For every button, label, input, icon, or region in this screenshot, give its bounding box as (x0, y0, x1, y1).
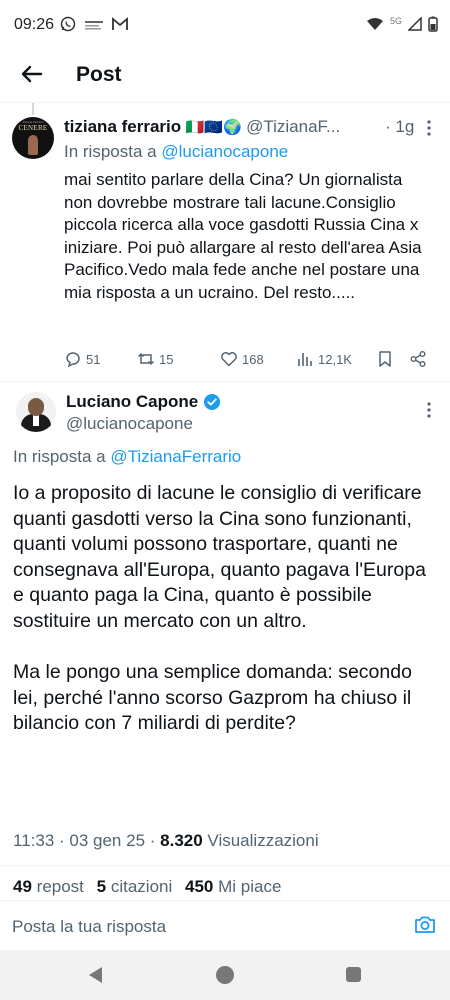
signal-icon (407, 16, 422, 34)
more-vertical-icon (427, 402, 431, 418)
author-handle[interactable]: @lucianocapone (66, 414, 193, 434)
mention-link[interactable]: @lucianocapone (161, 142, 288, 161)
author-handle[interactable]: @TizianaF... (246, 117, 340, 136)
like-action[interactable]: 168 (220, 350, 264, 368)
battery-icon (428, 16, 438, 35)
heart-icon (221, 352, 237, 367)
views-count: 12,1K (318, 351, 352, 367)
more-vertical-icon (427, 120, 431, 136)
author-emojis: 🇮🇹🇪🇺🌍 (185, 119, 242, 136)
bookmark-action[interactable] (376, 350, 394, 368)
avatar[interactable] (16, 392, 56, 432)
page-title: Post (76, 63, 122, 86)
mention-link[interactable]: @TizianaFerrario (110, 447, 241, 466)
header-divider (0, 102, 450, 103)
gmail-icon (112, 17, 128, 35)
tweet-meta: 11:33 · 03 gen 25 · 8.320 Visualizzazion… (13, 831, 319, 850)
views-count: 8.320 (160, 831, 203, 850)
avatar-cover-title: CENERE (18, 124, 48, 132)
header: Post (0, 50, 450, 102)
tweet-text: Io a proposito di lacune le consiglio di… (13, 482, 426, 735)
system-recents-button[interactable] (346, 967, 361, 982)
back-button[interactable] (18, 60, 46, 88)
reply-context: In risposta a @lucianocapone (64, 142, 289, 161)
like-count: 168 (242, 351, 264, 367)
camera-icon (415, 916, 435, 933)
camera-button[interactable] (413, 913, 437, 937)
reply-action[interactable]: 51 (64, 350, 100, 368)
bookmark-icon (379, 351, 391, 367)
network-type: 5G (389, 15, 402, 26)
reply-input[interactable] (12, 915, 372, 939)
verified-badge-icon (204, 394, 221, 410)
news-icon (84, 17, 104, 35)
reply-context: In risposta a @TizianaFerrario (13, 447, 242, 466)
author-name[interactable]: Luciano Capone (66, 392, 198, 412)
reply-composer (0, 900, 450, 950)
tweet-time[interactable]: 11:33 (13, 831, 54, 850)
quotes-stat[interactable]: 5 citazioni (97, 877, 173, 896)
views-label: Visualizzazioni (207, 831, 319, 850)
tweet-author-row: tiziana ferrario 🇮🇹🇪🇺🌍 @TizianaF... (64, 117, 434, 139)
status-time: 09:26 (14, 16, 55, 33)
share-action[interactable] (409, 350, 427, 368)
repost-icon (137, 352, 155, 366)
repost-count: 15 (159, 351, 174, 367)
system-back-button[interactable] (88, 966, 104, 989)
more-options-button[interactable] (423, 400, 435, 420)
triangle-back-icon (89, 967, 102, 983)
avatar[interactable]: Tiziana Ferrario CENERE (12, 117, 54, 159)
more-options-button[interactable] (423, 118, 435, 138)
tweet-date[interactable]: 03 gen 25 (69, 831, 145, 850)
reply-icon (66, 352, 80, 368)
whatsapp-icon (60, 16, 76, 36)
share-icon (410, 351, 426, 367)
tweet-time[interactable]: · 1g (385, 117, 414, 137)
meta-divider (0, 865, 450, 866)
tweet-divider (0, 381, 450, 382)
thread-connector (32, 103, 34, 115)
likes-stat[interactable]: 450 Mi piace (185, 877, 281, 896)
system-nav-bar (0, 950, 450, 1000)
system-home-button[interactable] (216, 966, 234, 984)
author-name[interactable]: tiziana ferrario (64, 117, 181, 136)
repost-action[interactable]: 15 (137, 350, 173, 368)
reposts-stat[interactable]: 49 repost (13, 877, 84, 896)
views-icon (298, 353, 312, 366)
views-action[interactable]: 12,1K (296, 350, 352, 368)
tweet-stats: 49 repost 5 citazioni 450 Mi piace (13, 877, 281, 899)
reply-count: 51 (86, 351, 101, 367)
tweet-actions: 51 15 168 12,1K (64, 350, 439, 372)
author-name-row: Luciano Capone (66, 392, 221, 412)
arrow-left-icon (21, 65, 43, 83)
tweet-text: mai sentito parlare della Cina? Un giorn… (64, 170, 422, 302)
wifi-icon (366, 17, 384, 34)
status-bar: 09:26 5G (0, 0, 450, 50)
